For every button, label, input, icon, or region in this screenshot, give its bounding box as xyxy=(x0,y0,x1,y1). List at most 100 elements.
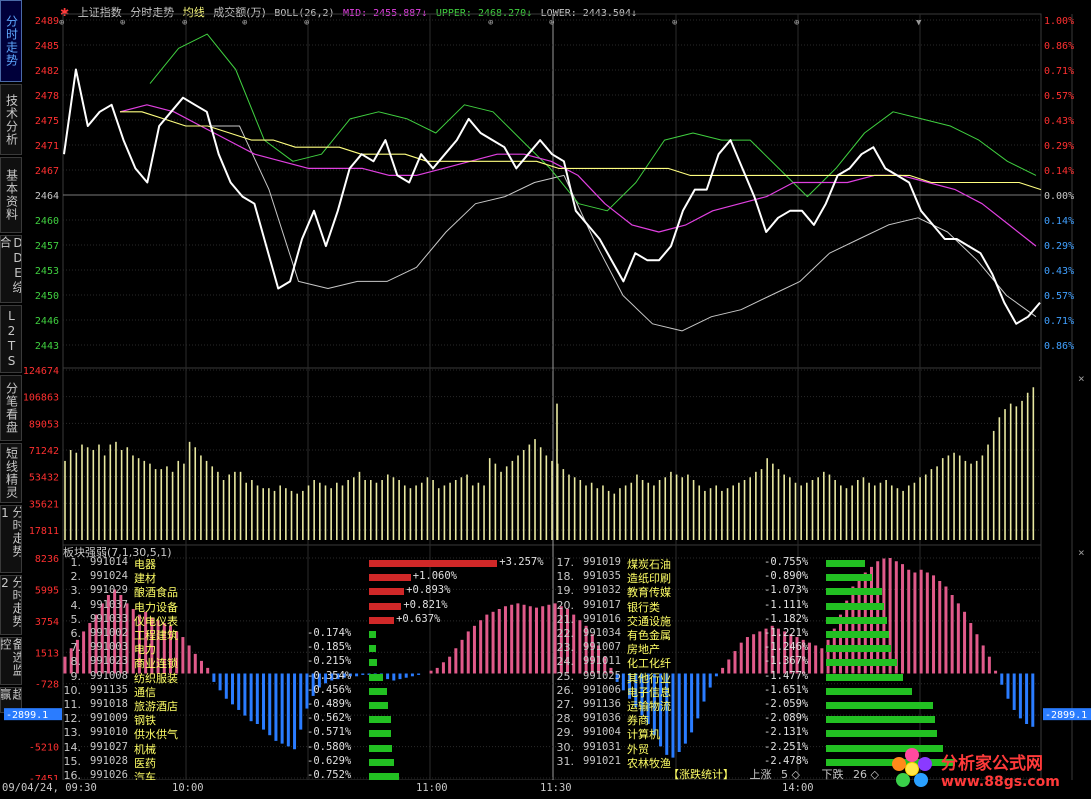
row-code: 991007 xyxy=(583,641,621,654)
table-row[interactable]: 24. 991011 化工化纤 -1.367% xyxy=(556,655,1036,670)
row-rank: 6. xyxy=(70,627,82,640)
percent-tick-label: 1.00% xyxy=(1044,16,1074,27)
row-rank: 7. xyxy=(70,641,82,655)
table-row[interactable]: 28. 991036 券商 -2.089% xyxy=(556,712,1036,727)
table-row[interactable]: 2. 991024 建材 +1.060% xyxy=(63,570,543,585)
row-code: 991029 xyxy=(90,584,128,597)
row-pct: -0.215% xyxy=(307,655,352,668)
change-bar xyxy=(826,659,898,667)
table-row[interactable]: 29. 991004 计算机 -2.131% xyxy=(556,726,1036,741)
table-row[interactable]: 18. 991035 造纸印刷 -0.890% xyxy=(556,570,1036,585)
down-count: 26 xyxy=(852,768,867,781)
row-pct: -1.111% xyxy=(764,598,809,611)
table-row[interactable]: 12. 991009 钢铁 -0.562% xyxy=(63,712,543,727)
row-rank: 31. xyxy=(556,754,575,768)
price-tick-label: 2457 xyxy=(35,241,59,252)
row-code: 991034 xyxy=(583,627,621,639)
row-rank: 22. xyxy=(556,627,575,640)
change-bar xyxy=(369,631,376,638)
price-tick-label: 2482 xyxy=(35,66,59,77)
row-code: 991032 xyxy=(583,584,621,597)
table-row[interactable]: 19. 991032 教育传媒 -1.073% xyxy=(556,584,1036,599)
volume-tick-label: 71242 xyxy=(29,446,59,457)
row-code: 991014 xyxy=(90,556,128,568)
volume-tick-label: 124674 xyxy=(23,366,59,377)
table-row[interactable]: 26. 991006 电子信息 -1.651% xyxy=(556,684,1036,699)
table-row[interactable]: 10. 991135 通信 -0.456% xyxy=(63,683,543,699)
percent-tick-label: 0.00% xyxy=(1044,191,1074,202)
change-bar xyxy=(369,716,392,724)
change-bar xyxy=(369,687,387,695)
row-code: 991135 xyxy=(90,683,128,696)
table-row[interactable]: 27. 991136 运输物流 -2.059% xyxy=(556,698,1036,713)
flower-logo-icon xyxy=(892,748,932,787)
table-row[interactable]: 8. 991023 商业连锁 -0.215% xyxy=(63,655,543,670)
table-row[interactable]: 7. 991003 电力 -0.185% xyxy=(63,641,543,656)
row-code: 991010 xyxy=(90,726,128,739)
sector-tick-label: 5995 xyxy=(35,585,59,596)
percent-tick-label: 0.71% xyxy=(1044,316,1074,327)
row-code: 991027 xyxy=(90,740,128,753)
table-row[interactable]: 13. 991010 供水供气 -0.571% xyxy=(63,726,543,741)
row-pct: -1.477% xyxy=(764,669,809,682)
watermark-url: www.88gs.com xyxy=(941,773,1060,790)
row-code: 991019 xyxy=(583,556,621,568)
change-bar xyxy=(826,645,891,653)
table-row[interactable]: 5. 991033 仪电仪表 +0.637% xyxy=(63,612,543,628)
table-row[interactable]: 11. 991018 旅游酒店 -0.489% xyxy=(63,698,543,713)
percent-tick-label: 0.57% xyxy=(1044,291,1074,302)
change-bar xyxy=(826,560,866,567)
table-row[interactable]: 4. 991037 电力设备 +0.821% xyxy=(63,598,543,614)
row-code: 991035 xyxy=(583,570,621,583)
close-icon: × xyxy=(1078,546,1085,559)
table-row[interactable]: 3. 991029 酿酒食品 +0.893% xyxy=(63,584,543,599)
table-row[interactable]: 20. 991017 银行类 -1.111% xyxy=(556,598,1036,614)
row-code: 991002 xyxy=(90,627,128,639)
volume-tick-label: 106863 xyxy=(23,393,59,404)
change-bar xyxy=(369,673,383,681)
table-row[interactable]: 23. 991007 房地产 -1.246% xyxy=(556,641,1036,656)
diamond-icon: ◇ xyxy=(870,768,879,781)
sector-tick-label: -728 xyxy=(35,680,59,691)
price-tick-label: 2467 xyxy=(35,166,59,177)
row-pct: -0.755% xyxy=(764,556,809,568)
row-pct: -2.059% xyxy=(764,698,809,710)
row-pct: +0.637% xyxy=(396,612,441,625)
row-pct: +0.893% xyxy=(406,584,451,597)
row-rank: 2. xyxy=(70,570,82,584)
change-bar xyxy=(369,574,411,582)
row-pct: -1.246% xyxy=(764,641,809,654)
row-code: 991033 xyxy=(90,612,128,625)
table-row[interactable]: 9. 991008 纺织服装 -0.354% xyxy=(63,670,543,685)
table-row[interactable]: 17. 991019 煤炭石油 -0.755% xyxy=(556,556,1036,571)
row-pct: -2.478% xyxy=(764,754,809,767)
price-tick-label: 2475 xyxy=(35,116,59,127)
table-row[interactable]: 25. 991025 其他行业 -1.477% xyxy=(556,669,1036,685)
boll-upper-line xyxy=(149,33,1037,212)
table-row[interactable]: 22. 991034 有色金属 -1.221% xyxy=(556,627,1036,642)
watermark-title: 分析家公式网 xyxy=(941,753,1043,774)
table-row[interactable]: 15. 991028 医药 -0.629% xyxy=(63,754,543,770)
row-rank: 29. xyxy=(556,726,575,740)
row-pct: -2.251% xyxy=(764,740,809,753)
table-row[interactable]: 14. 991027 机械 -0.580% xyxy=(63,740,543,756)
volume-tick-label: 35621 xyxy=(29,499,59,510)
percent-tick-label: 0.29% xyxy=(1044,141,1074,152)
row-rank: 24. xyxy=(556,655,575,669)
row-rank: 15. xyxy=(63,754,82,768)
volume-tick-label: 17811 xyxy=(29,526,59,537)
row-rank: 18. xyxy=(556,570,575,584)
row-pct: +0.821% xyxy=(403,598,448,611)
table-row[interactable]: 6. 991002 工程建筑 -0.174% xyxy=(63,627,543,642)
table-row[interactable]: 21. 991016 交通设施 -1.182% xyxy=(556,613,1036,628)
change-bar xyxy=(369,602,402,610)
row-rank: 23. xyxy=(556,641,575,655)
change-bar xyxy=(369,758,394,766)
volume-tick-label: 53432 xyxy=(29,473,59,484)
change-bar xyxy=(826,588,882,596)
time-tick: 14:00 xyxy=(782,782,814,794)
row-rank: 27. xyxy=(556,698,575,711)
row-pct: +3.257% xyxy=(499,556,544,568)
stats-label[interactable]: 【涨跌统计】 xyxy=(668,768,734,781)
table-row[interactable]: 1. 991014 电器 +3.257% xyxy=(63,556,544,571)
